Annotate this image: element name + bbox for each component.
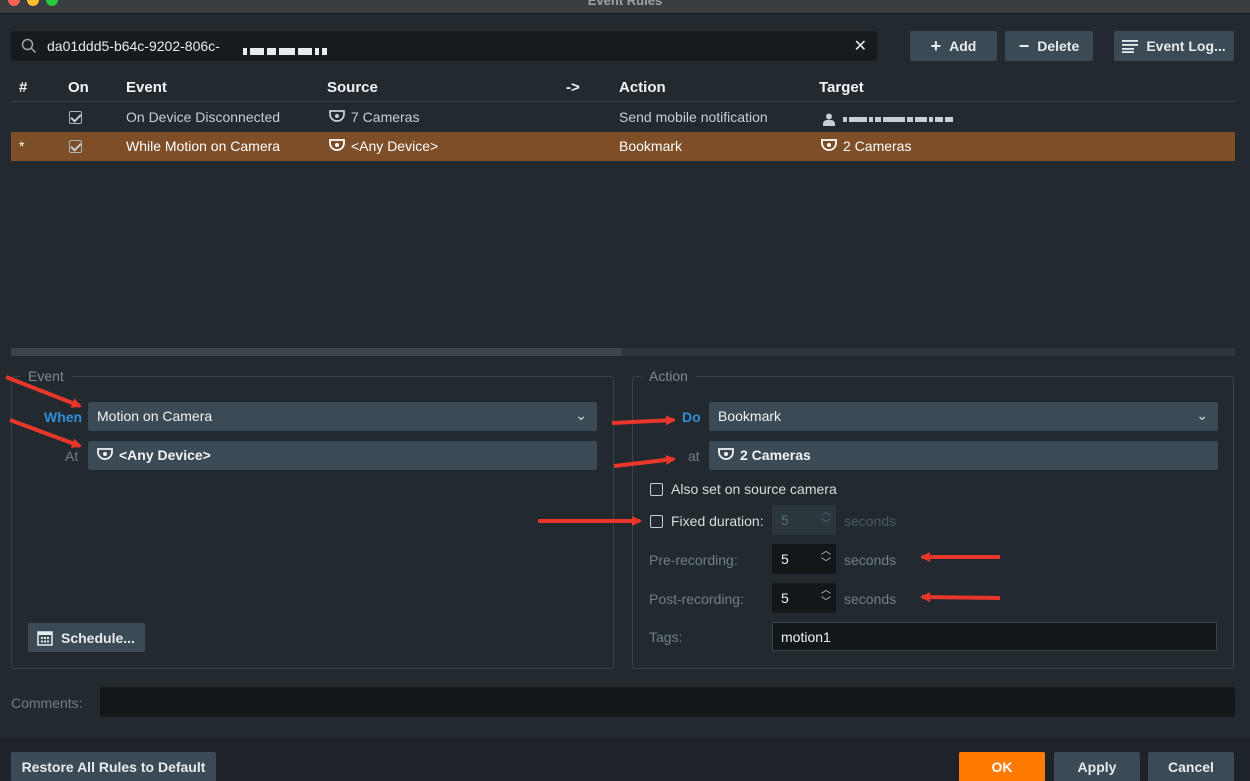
checkbox-box[interactable] (650, 514, 663, 528)
chevron-down-icon: ⌄ (1196, 407, 1208, 423)
delete-button[interactable]: − Delete (1005, 31, 1093, 61)
header-target[interactable]: Target (819, 79, 864, 96)
event-panel-legend: Event (20, 368, 72, 384)
scrollbar-thumb[interactable] (11, 348, 622, 356)
tags-input[interactable]: motion1 (772, 622, 1217, 651)
row-target: 2 Cameras (821, 138, 911, 154)
also-set-checkbox[interactable]: Also set on source camera (650, 481, 837, 497)
do-select[interactable]: Bookmark ⌄ (709, 402, 1218, 431)
schedule-button[interactable]: Schedule... (28, 623, 145, 652)
when-label: When (44, 409, 83, 425)
camera-icon (329, 110, 345, 122)
table-header: # On Event Source -> Action Target (11, 72, 1235, 102)
event-at-label: At (65, 448, 79, 464)
spinner-arrows-icon[interactable]: ︿ ﹀ (820, 585, 832, 609)
post-recording-unit: seconds (844, 591, 897, 607)
horizontal-scrollbar[interactable] (11, 348, 1235, 356)
when-select[interactable]: Motion on Camera ⌄ (88, 402, 597, 431)
pre-recording-label: Pre-recording: (649, 552, 738, 568)
tags-label: Tags: (649, 629, 683, 645)
rules-table[interactable]: # On Event Source -> Action Target On De… (11, 72, 1235, 348)
post-recording-label: Post-recording: (649, 591, 744, 607)
pre-recording-spinner[interactable]: 5 ︿ ﹀ (772, 544, 836, 574)
post-recording-spinner[interactable]: 5 ︿ ﹀ (772, 583, 836, 613)
header-on[interactable]: On (68, 79, 89, 96)
row-target (823, 109, 955, 127)
chevron-down-icon: ⌄ (575, 407, 587, 423)
search-field[interactable]: da01ddd5-b64c-9202-806c- ✕ (11, 31, 877, 61)
comments-input[interactable] (100, 687, 1235, 717)
event-log-button[interactable]: Event Log... (1114, 31, 1234, 61)
row-num: * (19, 138, 25, 154)
restore-defaults-button[interactable]: Restore All Rules to Default (11, 752, 216, 781)
action-at-device-select[interactable]: 2 Cameras (709, 441, 1218, 470)
fixed-duration-checkbox[interactable]: Fixed duration: (650, 513, 764, 529)
fixed-duration-unit: seconds (844, 513, 897, 529)
cancel-button[interactable]: Cancel (1148, 752, 1234, 781)
row-on-checkbox[interactable] (69, 111, 82, 127)
list-icon (1122, 40, 1139, 53)
header-num[interactable]: # (19, 79, 27, 96)
header-action[interactable]: Action (619, 79, 666, 96)
checkbox-box[interactable] (650, 482, 663, 496)
row-action: Bookmark (619, 138, 683, 154)
comments-label: Comments: (11, 695, 83, 711)
user-icon (823, 113, 835, 126)
camera-icon (718, 448, 734, 460)
action-at-label: at (688, 448, 700, 464)
window-title: Event Rules (587, 0, 663, 8)
header-arrow[interactable]: -> (566, 79, 580, 96)
row-action: Send mobile notification (619, 109, 768, 125)
clear-icon[interactable]: ✕ (854, 36, 867, 56)
do-label: Do (682, 409, 701, 425)
row-on-checkbox[interactable] (69, 140, 82, 156)
search-input[interactable]: da01ddd5-b64c-9202-806c- (47, 38, 220, 54)
header-source[interactable]: Source (327, 79, 378, 96)
action-panel-legend: Action (641, 368, 696, 384)
spinner-arrows-icon: ︿ ﹀ (821, 507, 831, 530)
ok-button[interactable]: OK (959, 752, 1045, 781)
row-source: 7 Cameras (329, 109, 419, 125)
table-row[interactable]: On Device Disconnected 7 Cameras Send mo… (11, 103, 1235, 132)
apply-button[interactable]: Apply (1054, 752, 1140, 781)
calendar-icon (37, 630, 53, 646)
redacted-target (843, 109, 955, 125)
camera-icon (329, 139, 345, 151)
fixed-duration-spinner: 5 ︿ ﹀ (772, 505, 836, 535)
title-bar: Event Rules (0, 0, 1250, 14)
add-button[interactable]: + Add (910, 31, 997, 61)
minus-icon: − (1018, 36, 1030, 56)
camera-icon (821, 139, 837, 151)
table-row-selected[interactable]: * While Motion on Camera <Any Device> Bo… (11, 132, 1235, 161)
redacted-text (243, 42, 330, 58)
row-event: On Device Disconnected (126, 109, 281, 125)
plus-icon: + (930, 36, 942, 56)
pre-recording-unit: seconds (844, 552, 897, 568)
header-event[interactable]: Event (126, 79, 167, 96)
row-event: While Motion on Camera (126, 138, 281, 154)
search-icon (21, 38, 37, 54)
row-source: <Any Device> (329, 138, 438, 154)
spinner-arrows-icon[interactable]: ︿ ﹀ (820, 546, 832, 570)
event-at-device-select[interactable]: <Any Device> (88, 441, 597, 470)
camera-icon (97, 448, 113, 460)
